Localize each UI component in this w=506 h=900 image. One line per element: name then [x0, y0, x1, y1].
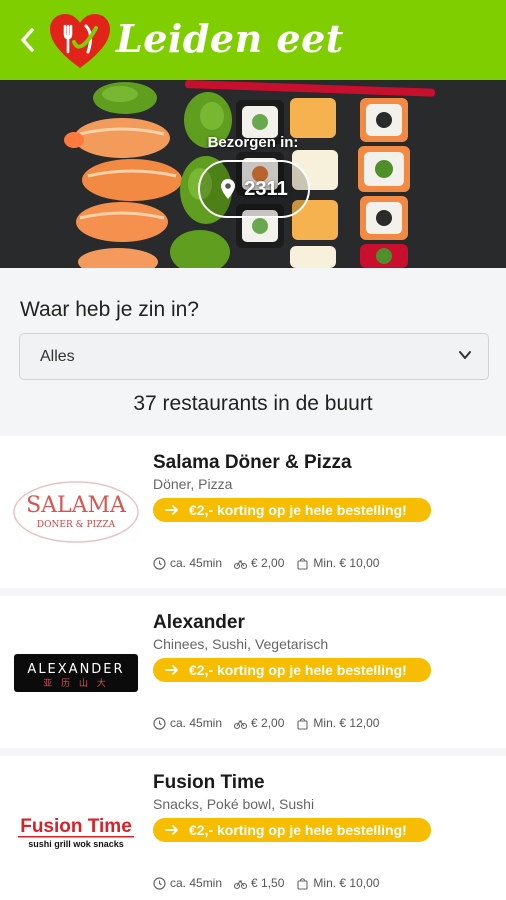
restaurant-card[interactable]: Fusion Time sushi grill wok snacks Fusio… [0, 756, 506, 900]
clock-icon [153, 556, 166, 570]
delivery-time: ca. 45min [170, 716, 223, 730]
salama-logo: SALAMA DONER & PIZZA [13, 481, 139, 543]
category-select[interactable]: Alles [19, 333, 489, 380]
shopping-bag-icon [297, 877, 308, 890]
postcode-button[interactable]: 2311 [198, 160, 310, 218]
delivery-time: ca. 45min [170, 556, 223, 570]
delivery-cost: € 2,00 [251, 716, 285, 730]
fusion-time-logo: Fusion Time sushi grill wok snacks [18, 816, 134, 849]
logo-text: ALEXANDER [27, 662, 124, 677]
results-count: 37 restaurants in de buurt [133, 392, 373, 415]
shopping-bag-icon [297, 717, 308, 730]
clock-icon [153, 716, 166, 730]
promo-text: €2,- korting op je hele bestelling! [189, 502, 407, 518]
deliver-label: Bezorgen in: [207, 134, 299, 151]
restaurant-cuisine: Chinees, Sushi, Vegetarisch [153, 636, 329, 652]
brand-name: Leiden eet [116, 16, 344, 61]
postcode-value: 2311 [244, 177, 288, 200]
bike-icon [234, 559, 248, 569]
restaurant-name[interactable]: Fusion Time [153, 772, 265, 794]
restaurant-meta: ca. 45min € 1,50 Min. € 10,00 [153, 876, 391, 890]
promo-badge: €2,- korting op je hele bestelling! [153, 818, 431, 842]
logo-sub: DONER & PIZZA [37, 520, 116, 530]
logo-text: SALAMA [26, 493, 127, 518]
restaurant-name[interactable]: Alexander [153, 612, 245, 634]
arrow-right-icon [165, 505, 178, 515]
category-select-value: Alles [40, 347, 75, 365]
restaurant-card[interactable]: ALEXANDER 亚 历 山 大 Alexander Chinees, Sus… [0, 596, 506, 748]
top-bar: Leiden eet [0, 0, 506, 80]
restaurant-cuisine: Snacks, Poké bowl, Sushi [153, 796, 315, 812]
clock-icon [153, 876, 166, 890]
logo-sub: 亚 历 山 大 [43, 677, 109, 689]
promo-badge: €2,- korting op je hele bestelling! [153, 658, 431, 682]
alexander-logo: ALEXANDER 亚 历 山 大 [14, 654, 138, 692]
delivery-cost: € 2,00 [251, 556, 285, 570]
logo-text: Fusion Time [20, 816, 132, 837]
bike-icon [234, 719, 248, 729]
restaurant-card[interactable]: SALAMA DONER & PIZZA Salama Döner & Pizz… [0, 436, 506, 588]
minimum-order: Min. € 10,00 [313, 556, 380, 570]
filter-question: Waar heb je zin in? [20, 298, 199, 321]
restaurant-meta: ca. 45min € 2,00 Min. € 12,00 [153, 716, 391, 730]
minimum-order: Min. € 12,00 [313, 716, 380, 730]
promo-text: €2,- korting op je hele bestelling! [189, 822, 407, 838]
arrow-right-icon [165, 825, 178, 835]
chevron-down-icon [459, 351, 471, 359]
location-pin-icon [221, 179, 236, 199]
shopping-bag-icon [297, 557, 308, 570]
chevron-left-icon [21, 28, 34, 52]
minimum-order: Min. € 10,00 [313, 876, 380, 890]
promo-badge: €2,- korting op je hele bestelling! [153, 498, 431, 522]
promo-text: €2,- korting op je hele bestelling! [189, 662, 407, 678]
restaurant-meta: ca. 45min € 2,00 Min. € 10,00 [153, 556, 391, 570]
delivery-time: ca. 45min [170, 876, 223, 890]
restaurant-name[interactable]: Salama Döner & Pizza [153, 452, 352, 474]
bike-icon [234, 879, 248, 889]
delivery-cost: € 1,50 [251, 876, 285, 890]
back-button[interactable] [14, 22, 42, 58]
arrow-right-icon [165, 665, 178, 675]
heart-fork-knife-logo [50, 14, 110, 68]
restaurant-cuisine: Döner, Pizza [153, 476, 233, 492]
logo-sub: sushi grill wok snacks [28, 839, 124, 849]
